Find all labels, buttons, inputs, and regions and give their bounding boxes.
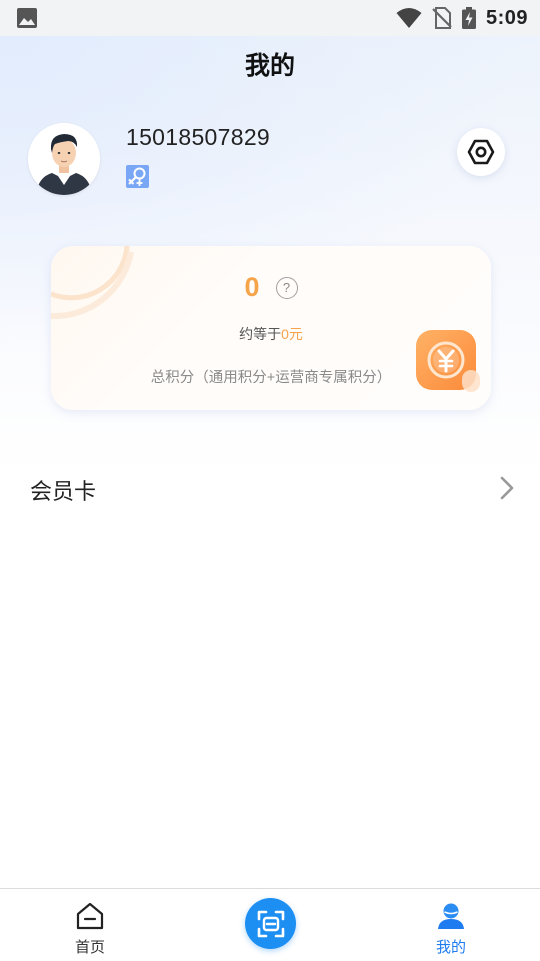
settings-button[interactable] (457, 128, 505, 176)
question-icon[interactable]: ? (275, 276, 298, 299)
gender-icon (126, 165, 149, 188)
points-card[interactable]: 0 ? 约等于0元 总积分（通用积分+运营商专属积分） (51, 246, 491, 410)
scan-icon (257, 910, 284, 937)
avatar[interactable] (28, 123, 100, 195)
tab-mine-label: 我的 (435, 939, 466, 956)
no-sim-icon (432, 7, 452, 29)
points-value: 0 (244, 272, 260, 302)
member-card-label: 会员卡 (30, 479, 97, 504)
username-phone: 15018507829 (126, 124, 271, 150)
home-icon (76, 902, 104, 930)
approx-prefix: 约等于 (239, 326, 282, 342)
page-title: 我的 (244, 52, 295, 80)
yuan-coin-icon (416, 330, 480, 392)
tab-mine[interactable]: 我的 (401, 889, 501, 961)
tab-home[interactable]: 首页 (40, 889, 140, 961)
gallery-icon (17, 8, 37, 28)
approx-value: 0元 (281, 326, 303, 342)
status-bar: 5:09 (0, 0, 540, 36)
scan-button[interactable] (245, 898, 296, 949)
wifi-icon (396, 8, 422, 28)
settings-icon (467, 139, 495, 165)
member-card-row[interactable]: 会员卡 (0, 462, 540, 514)
status-time: 5:09 (485, 6, 528, 29)
tab-home-label: 首页 (74, 939, 105, 956)
user-icon (438, 903, 464, 929)
chevron-right-icon (500, 476, 514, 500)
avatar-illustration (28, 123, 100, 195)
battery-charging-icon (461, 7, 476, 29)
points-row: 0 ? (51, 272, 491, 303)
bottom-tab-bar: 首页 我的 (0, 888, 540, 961)
